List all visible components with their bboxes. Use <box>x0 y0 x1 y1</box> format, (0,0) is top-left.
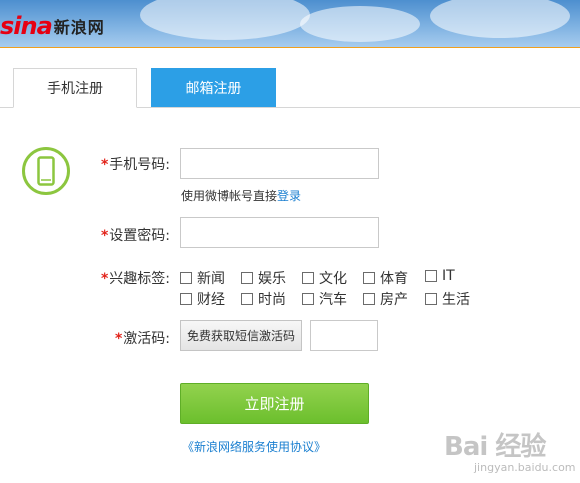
required-mark: * <box>100 157 109 173</box>
interest-label: 财经 <box>197 292 225 308</box>
activation-label-text: 激活码: <box>123 331 170 347</box>
get-sms-code-button[interactable]: 免费获取短信激活码 <box>180 320 302 351</box>
watermark-main: Bai 经验 <box>444 432 546 462</box>
login-hint-text: 使用微博帐号直接 <box>181 189 278 203</box>
interest-label: 时尚 <box>258 292 286 308</box>
interest-checkbox-fashion[interactable]: 时尚 <box>241 289 286 309</box>
checkbox-box[interactable] <box>425 270 437 282</box>
password-input[interactable] <box>180 217 379 248</box>
login-link[interactable]: 登录 <box>277 189 301 203</box>
interest-checkbox-realestate[interactable]: 房产 <box>363 289 408 309</box>
cloud-decoration <box>430 0 570 38</box>
interest-label: IT <box>442 268 455 284</box>
required-mark: * <box>100 228 109 244</box>
service-agreement-link[interactable]: 《新浪网络服务使用协议》 <box>182 438 326 455</box>
checkbox-box[interactable] <box>241 272 253 284</box>
interest-checkbox-auto[interactable]: 汽车 <box>302 289 347 309</box>
interest-checkbox-news[interactable]: 新闻 <box>180 268 225 288</box>
checkbox-box[interactable] <box>180 293 192 305</box>
logo-mark: sina <box>0 12 53 40</box>
interest-label: 娱乐 <box>258 271 286 287</box>
activation-code-input[interactable] <box>310 320 378 351</box>
password-label: *设置密码: <box>70 225 170 245</box>
phone-label: *手机号码: <box>70 154 170 174</box>
login-hint: 使用微博帐号直接登录 <box>181 187 301 204</box>
baidu-jingyan-watermark: Bai 经验 jingyan.baidu.com <box>444 424 576 479</box>
required-mark: * <box>114 331 123 347</box>
watermark-sub: jingyan.baidu.com <box>474 461 576 474</box>
checkbox-box[interactable] <box>425 293 437 305</box>
tab-email-register[interactable]: 邮箱注册 <box>151 68 276 107</box>
checkbox-box[interactable] <box>302 293 314 305</box>
cloud-decoration <box>300 6 420 42</box>
interest-checkbox-entertainment[interactable]: 娱乐 <box>241 268 286 288</box>
checkbox-box[interactable] <box>180 272 192 284</box>
sina-logo[interactable]: sina 新浪网 <box>0 14 105 38</box>
logo-text: 新浪网 <box>53 18 105 37</box>
checkbox-box[interactable] <box>302 272 314 284</box>
interest-label: 房产 <box>380 292 408 308</box>
interests-label: *兴趣标签: <box>70 268 170 288</box>
interest-checkbox-life[interactable]: 生活 <box>425 289 470 309</box>
interest-label: 体育 <box>380 271 408 287</box>
interest-label: 汽车 <box>319 292 347 308</box>
checkbox-box[interactable] <box>363 293 375 305</box>
cloud-decoration <box>140 0 310 40</box>
required-mark: * <box>100 271 109 287</box>
interest-checkbox-it[interactable]: IT <box>425 268 455 284</box>
register-button[interactable]: 立即注册 <box>180 383 369 424</box>
interests-label-text: 兴趣标签: <box>109 271 170 287</box>
password-label-text: 设置密码: <box>109 228 170 244</box>
mobile-phone-icon <box>22 147 70 195</box>
activation-label: *激活码: <box>70 328 170 348</box>
header-banner: sina 新浪网 <box>0 0 580 48</box>
tab-phone-register[interactable]: 手机注册 <box>13 68 137 108</box>
header-divider <box>0 47 580 48</box>
interest-label: 生活 <box>442 292 470 308</box>
interest-label: 新闻 <box>197 271 225 287</box>
phone-label-text: 手机号码: <box>109 157 170 173</box>
interest-checkbox-culture[interactable]: 文化 <box>302 268 347 288</box>
interest-checkbox-finance[interactable]: 财经 <box>180 289 225 309</box>
interest-label: 文化 <box>319 271 347 287</box>
checkbox-box[interactable] <box>241 293 253 305</box>
phone-number-input[interactable] <box>180 148 379 179</box>
checkbox-box[interactable] <box>363 272 375 284</box>
interest-checkbox-sports[interactable]: 体育 <box>363 268 408 288</box>
